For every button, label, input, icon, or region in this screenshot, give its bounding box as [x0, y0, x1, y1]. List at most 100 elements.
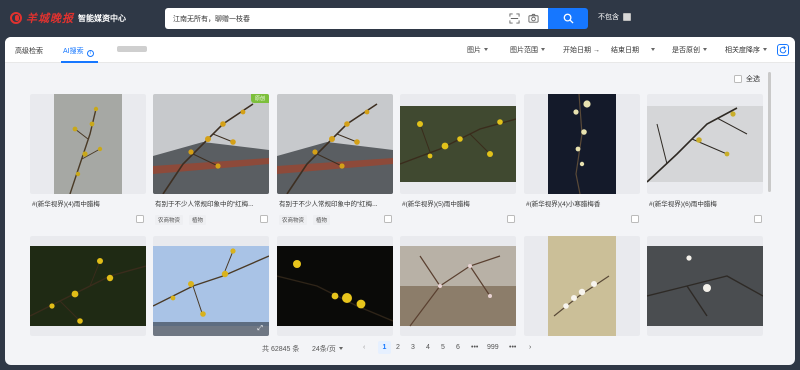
result-caption[interactable]: #(新华视界)(5)雨中腊梅	[402, 198, 514, 208]
tabs-bar: 高级检索 AI搜索 i 图片 图片范围 开始日期 → 结束日期 是否原创 相关度降…	[5, 37, 795, 63]
filter-end-date-label: 结束日期	[611, 47, 639, 54]
page-ellipsis[interactable]: •••	[471, 344, 478, 351]
result-caption[interactable]: #(新华视界)(4)小寒腊梅香	[526, 198, 638, 208]
filter-image-range[interactable]: 图片范围	[510, 45, 545, 55]
refresh-icon	[779, 46, 787, 54]
filter-start-date[interactable]: 开始日期 →	[563, 45, 600, 55]
result-card[interactable]	[524, 94, 640, 194]
top-bar: 羊城晚报 智能媒资中心 不包含	[0, 0, 800, 37]
tab-ai-search[interactable]: AI搜索 i	[63, 46, 94, 57]
select-all-checkbox[interactable]	[734, 75, 742, 83]
logo[interactable]: 羊城晚报 智能媒资中心	[10, 11, 126, 25]
scan-icon[interactable]	[509, 13, 520, 24]
filter-image-type-label: 图片	[467, 47, 481, 54]
result-tag[interactable]: 植物	[313, 215, 331, 225]
result-tag[interactable]: 农商物资	[155, 215, 184, 225]
chevron-down-icon	[763, 48, 767, 51]
tab-advanced-search[interactable]: 高级检索	[15, 46, 43, 56]
result-caption[interactable]: #(新华视界)(4)雨中腊梅	[32, 198, 144, 208]
page-1[interactable]: 1	[378, 341, 391, 354]
filter-image-range-label: 图片范围	[510, 47, 538, 54]
chevron-down-icon	[651, 48, 655, 51]
pagination: 共 62845 条 24条/页 ‹ 1 2 3 4 5 6 ••• 999 ••…	[5, 341, 795, 355]
filter-end-date[interactable]: 结束日期	[611, 45, 655, 55]
next-page-button[interactable]: ›	[529, 344, 531, 351]
result-card[interactable]	[400, 236, 516, 336]
plum-blossom-photo	[647, 246, 763, 326]
filter-original[interactable]: 是否原创	[672, 45, 707, 55]
filter-image-type[interactable]: 图片	[467, 45, 488, 55]
info-icon[interactable]: i	[86, 50, 94, 57]
prev-page-button[interactable]: ‹	[363, 344, 365, 351]
plum-blossom-photo	[548, 236, 616, 336]
original-badge: 原创	[250, 94, 269, 103]
exclude-toggle[interactable]: 不包含	[598, 12, 631, 22]
camera-icon[interactable]	[528, 13, 539, 24]
result-image[interactable]	[647, 94, 763, 194]
result-checkbox[interactable]	[754, 215, 762, 223]
result-card[interactable]	[647, 94, 763, 194]
filter-original-label: 是否原创	[672, 47, 700, 54]
result-card[interactable]	[277, 236, 393, 336]
fullscreen-icon[interactable]: ⤢	[257, 325, 263, 333]
result-image[interactable]	[277, 236, 393, 336]
result-card[interactable]	[30, 236, 146, 336]
chevron-down-icon	[484, 48, 488, 51]
search-input[interactable]	[173, 11, 473, 26]
select-all[interactable]: 全选	[734, 74, 760, 84]
page-6[interactable]: 6	[456, 344, 460, 351]
result-caption[interactable]: 有别于不少人常规印象中的“红梅...	[279, 198, 391, 208]
page-ellipsis[interactable]: •••	[509, 344, 516, 351]
page-4[interactable]: 4	[426, 344, 430, 351]
result-image[interactable]	[277, 94, 393, 194]
scrollbar[interactable]	[768, 72, 771, 192]
wintersweet-sky-photo	[153, 246, 269, 326]
result-checkbox[interactable]	[136, 215, 144, 223]
result-checkbox[interactable]	[507, 215, 515, 223]
bare-branches-photo	[400, 246, 516, 327]
page-5[interactable]: 5	[441, 344, 445, 351]
select-all-label: 全选	[746, 76, 760, 83]
result-card[interactable]	[30, 94, 146, 194]
result-card[interactable]: ⤢	[153, 236, 269, 336]
sort-dropdown[interactable]: 相关度降序	[725, 45, 767, 55]
result-checkbox[interactable]	[384, 215, 392, 223]
result-image[interactable]	[30, 236, 146, 336]
result-card[interactable]	[647, 236, 763, 336]
results-panel: 高级检索 AI搜索 i 图片 图片范围 开始日期 → 结束日期 是否原创 相关度降…	[5, 37, 795, 365]
wintersweet-eaves-photo	[153, 94, 269, 194]
result-image[interactable]	[400, 94, 516, 194]
result-image[interactable]	[524, 94, 640, 194]
refresh-button[interactable]	[777, 44, 789, 56]
page-2[interactable]: 2	[396, 344, 400, 351]
sort-dropdown-label: 相关度降序	[725, 47, 760, 54]
page-last[interactable]: 999	[487, 344, 499, 351]
result-caption[interactable]: #(新华视界)(6)雨中腊梅	[649, 198, 761, 208]
result-checkbox[interactable]	[260, 215, 268, 223]
page-3[interactable]: 3	[411, 344, 415, 351]
exclude-label: 不包含	[598, 14, 619, 21]
page-size-label: 24条/页	[312, 346, 336, 353]
wintersweet-eaves-photo	[277, 94, 393, 194]
result-tag[interactable]: 农商物资	[279, 215, 308, 225]
result-caption[interactable]: 有别于不少人常规印象中的“红梅...	[155, 198, 267, 208]
search-button[interactable]	[548, 8, 588, 29]
result-image[interactable]	[524, 236, 640, 336]
result-image[interactable]	[30, 94, 146, 194]
active-tab-indicator	[61, 61, 98, 63]
page-size-select[interactable]: 24条/页	[312, 344, 343, 354]
result-card[interactable]	[277, 94, 393, 194]
exclude-checkbox[interactable]	[623, 13, 631, 21]
result-card[interactable]	[524, 236, 640, 336]
result-checkbox[interactable]	[631, 215, 639, 223]
wintersweet-photo	[400, 106, 516, 182]
result-image[interactable]: 原创	[153, 94, 269, 194]
result-card[interactable]: 原创	[153, 94, 269, 194]
tab-ai-search-label: AI搜索	[63, 48, 84, 55]
result-image[interactable]	[647, 236, 763, 336]
result-card[interactable]	[400, 94, 516, 194]
result-image[interactable]: ⤢	[153, 236, 269, 336]
result-tag[interactable]: 植物	[189, 215, 207, 225]
logo-brand-name: 羊城晚报	[26, 12, 74, 25]
result-image[interactable]	[400, 236, 516, 336]
